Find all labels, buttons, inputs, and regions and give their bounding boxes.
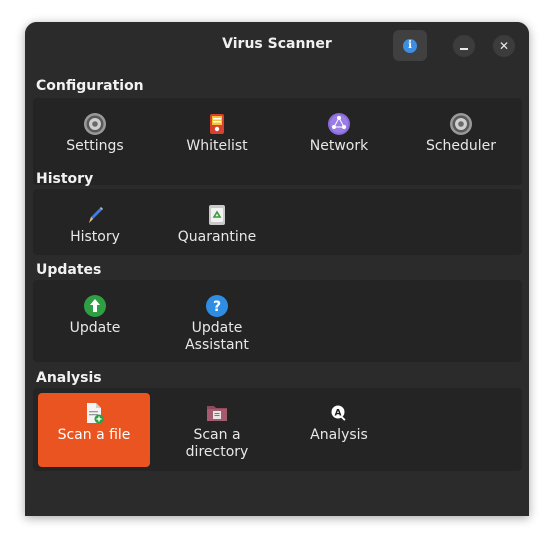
whitelist-item[interactable]: Whitelist xyxy=(161,104,273,179)
svg-text:A: A xyxy=(335,409,342,419)
analysis-panel: Scan a file Scan a directory A Analysis xyxy=(33,388,522,471)
section-title-history: History xyxy=(36,171,94,187)
close-icon: ✕ xyxy=(498,39,510,53)
updates-panel: Update ? Update Assistant xyxy=(33,280,522,362)
gear-icon xyxy=(83,112,107,136)
section-title-updates: Updates xyxy=(36,262,102,278)
network-icon xyxy=(327,112,351,136)
analysis-icon: A xyxy=(327,401,351,425)
history-panel: History Quarantine xyxy=(33,189,522,255)
update-item[interactable]: Update xyxy=(39,284,151,358)
scan-file-label: Scan a file xyxy=(57,427,131,443)
section-title-analysis: Analysis xyxy=(36,370,102,386)
section-title-configuration: Configuration xyxy=(36,78,144,94)
update-assistant-label: Update Assistant xyxy=(185,320,249,353)
pencil-icon xyxy=(83,203,107,227)
analysis-item[interactable]: A Analysis xyxy=(283,393,395,467)
update-label: Update xyxy=(69,320,121,336)
quarantine-label: Quarantine xyxy=(177,229,257,245)
minimize-button[interactable] xyxy=(453,35,475,57)
history-label: History xyxy=(70,229,120,245)
scan-directory-label: Scan a directory xyxy=(185,427,249,460)
close-button[interactable]: ✕ xyxy=(493,35,515,57)
about-button[interactable]: i xyxy=(393,30,427,61)
network-item[interactable]: Network xyxy=(283,104,395,179)
scheduler-gear-icon xyxy=(449,112,473,136)
whitelist-shield-icon xyxy=(205,112,229,136)
recycle-bin-icon xyxy=(205,203,229,227)
update-assistant-item[interactable]: ? Update Assistant xyxy=(161,284,273,358)
history-item[interactable]: History xyxy=(39,193,151,251)
settings-item[interactable]: Settings xyxy=(39,104,151,179)
scan-file-item[interactable]: Scan a file xyxy=(38,393,150,467)
scheduler-item[interactable]: Scheduler xyxy=(405,104,517,179)
quarantine-item[interactable]: Quarantine xyxy=(161,193,273,251)
analysis-label: Analysis xyxy=(310,427,368,443)
network-label: Network xyxy=(309,138,369,154)
update-arrow-icon xyxy=(83,294,107,318)
whitelist-label: Whitelist xyxy=(186,138,248,154)
minimize-icon xyxy=(460,48,468,50)
folder-icon xyxy=(205,401,229,425)
info-icon: i xyxy=(403,38,417,53)
configuration-panel: Settings Whitelist Network Scheduler xyxy=(33,98,522,185)
document-add-icon xyxy=(82,401,106,425)
help-icon: ? xyxy=(205,294,229,318)
settings-label: Settings xyxy=(66,138,124,154)
scan-directory-item[interactable]: Scan a directory xyxy=(161,393,273,467)
main-window: Virus Scanner i ✕ Configuration Settings xyxy=(25,22,529,516)
scheduler-label: Scheduler xyxy=(425,138,497,154)
svg-text:?: ? xyxy=(213,299,221,315)
title-bar: Virus Scanner i ✕ xyxy=(25,22,529,70)
